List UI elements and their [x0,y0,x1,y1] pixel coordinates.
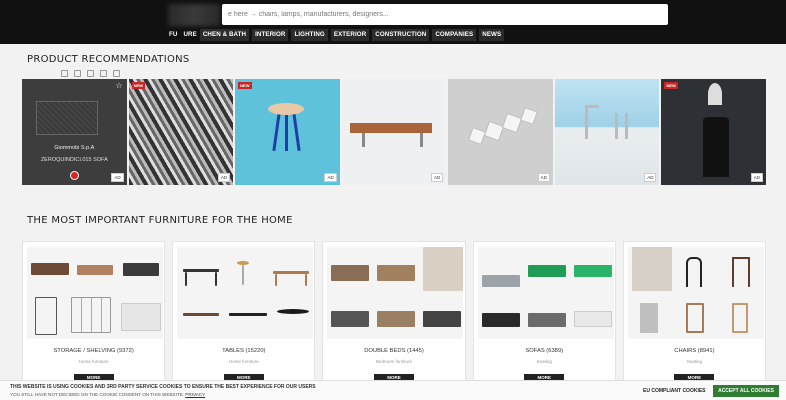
cookie-consent-text: YOU STILL HAVE NOT DECIDED ON THE COOKIE… [10,392,184,397]
nav-item-news[interactable]: NEWS [479,29,505,41]
mirror-image [708,83,723,105]
category-card-sofas[interactable]: SOFAS (6389) Seating MORE [472,241,616,400]
category-subtitle: Seating [536,359,552,364]
ad-badge: AD [217,173,231,182]
category-image [627,247,764,339]
ad-badge: AD [750,173,764,182]
nav-item-lighting[interactable]: LIGHTING [291,29,328,41]
category-card-chairs[interactable]: CHAIRS (8941) Seating MORE [622,241,767,400]
product-image [36,101,98,135]
product-card[interactable]: ☆ Giommobi S.p.A ZEROQUINDICI.015 SOFA A… [22,79,127,185]
eu-compliant-link[interactable]: EU COMPLIANT COOKIES [643,388,706,394]
stool-image [268,103,305,115]
product-card[interactable]: AD [448,79,553,185]
category-subtitle: Bedroom furniture [375,359,413,364]
main-nav: FU URE CHEN & BATH INTERIOR LIGHTING EXT… [166,29,507,41]
lamp-image [484,120,505,142]
nav-item-kitchen-bath[interactable]: CHEN & BATH [199,29,250,41]
furniture-title: THE MOST IMPORTANT FURNITURE FOR THE HOM… [27,215,293,226]
faucet-image [584,107,588,139]
copy-icon[interactable] [87,70,94,77]
nav-item-interior[interactable]: INTERIOR [252,29,289,41]
category-title[interactable]: SOFAS (6389) [474,348,615,354]
new-badge: NEW [238,82,252,89]
product-card[interactable]: AD [554,79,660,185]
product-card[interactable]: NEW AD [128,79,234,185]
category-title[interactable]: DOUBLE BEDS (1445) [323,348,464,354]
category-subtitle: Seating [686,359,703,364]
lamp-image [520,107,539,125]
nav-item-furniture[interactable]: URE [180,29,200,41]
search-bar[interactable] [222,4,668,25]
category-image [327,247,464,339]
cookie-banner: THIS WEBSITE IS USING COOKIES AND 3RD PA… [0,380,786,400]
site-logo[interactable] [168,4,220,26]
stool-image [285,113,289,151]
view-icon[interactable] [113,70,120,77]
product-card[interactable]: NEW AD [235,79,340,185]
ad-badge: AD [111,173,124,182]
pinterest-icon[interactable] [70,171,79,180]
ad-badge: AD [537,173,550,182]
bench-image [419,133,423,147]
furniture-categories: STORAGE / SHELVING (9372) Home furniture… [22,241,767,400]
star-icon[interactable]: ☆ [115,81,122,90]
category-card-storage[interactable]: STORAGE / SHELVING (9372) Home furniture… [22,241,166,400]
lamp-image [502,112,523,134]
cookie-consent-note: YOU STILL HAVE NOT DECIDED ON THE COOKIE… [10,392,205,397]
basin-image [703,117,730,177]
category-card-beds[interactable]: DOUBLE BEDS (1445) Bedroom furniture MOR… [322,241,466,400]
category-title[interactable]: STORAGE / SHELVING (9372) [23,348,164,354]
nav-item-construction[interactable]: CONSTRUCTION [372,29,430,41]
search-input[interactable] [228,11,668,18]
category-title[interactable]: TABLES (15220) [173,348,314,354]
product-card[interactable]: AD [341,79,447,185]
page: FU URE CHEN & BATH INTERIOR LIGHTING EXT… [0,0,786,400]
category-image [177,247,314,339]
recommendation-tools [61,70,120,77]
product-brand: Giommobi S.p.A [54,145,95,151]
site-header: FU URE CHEN & BATH INTERIOR LIGHTING EXT… [0,0,786,44]
ad-badge: AD [324,173,337,182]
category-card-tables[interactable]: TABLES (15220) Home furniture MORE [172,241,316,400]
product-name: ZEROQUINDICI.015 SOFA [40,157,108,163]
bench-image [361,133,365,147]
category-image [477,247,614,339]
nav-item-fu[interactable]: FU [166,29,181,41]
recommendations-title: PRODUCT RECOMMENDATIONS [27,54,190,65]
category-subtitle: Home furniture [78,359,109,364]
accept-cookies-button[interactable]: ACCEPT ALL COOKIES [713,385,779,397]
ad-badge: AD [644,173,657,182]
category-title[interactable]: CHAIRS (8941) [624,348,765,354]
share-icon[interactable] [61,70,68,77]
recommendations-row: ☆ Giommobi S.p.A ZEROQUINDICI.015 SOFA A… [22,79,767,185]
nav-item-exterior[interactable]: EXTERIOR [330,29,370,41]
faucet-image [584,105,599,108]
faucet-image [614,113,618,139]
nav-item-companies[interactable]: COMPANIES [432,29,477,41]
stool-image [272,112,281,152]
category-subtitle: Home furniture [228,359,259,364]
cookie-message: THIS WEBSITE IS USING COOKIES AND 3RD PA… [10,384,316,390]
stool-image [292,112,301,152]
ad-badge: AD [431,173,444,182]
faucet-image [624,113,628,139]
close-icon[interactable] [74,70,81,77]
category-image [27,247,163,339]
bookmark-icon[interactable] [100,70,107,77]
new-badge: NEW [131,82,145,89]
product-card[interactable]: NEW AD [661,79,767,185]
new-badge: NEW [664,82,678,89]
privacy-link[interactable]: PRIVACY [185,392,205,397]
bench-image [349,123,432,133]
